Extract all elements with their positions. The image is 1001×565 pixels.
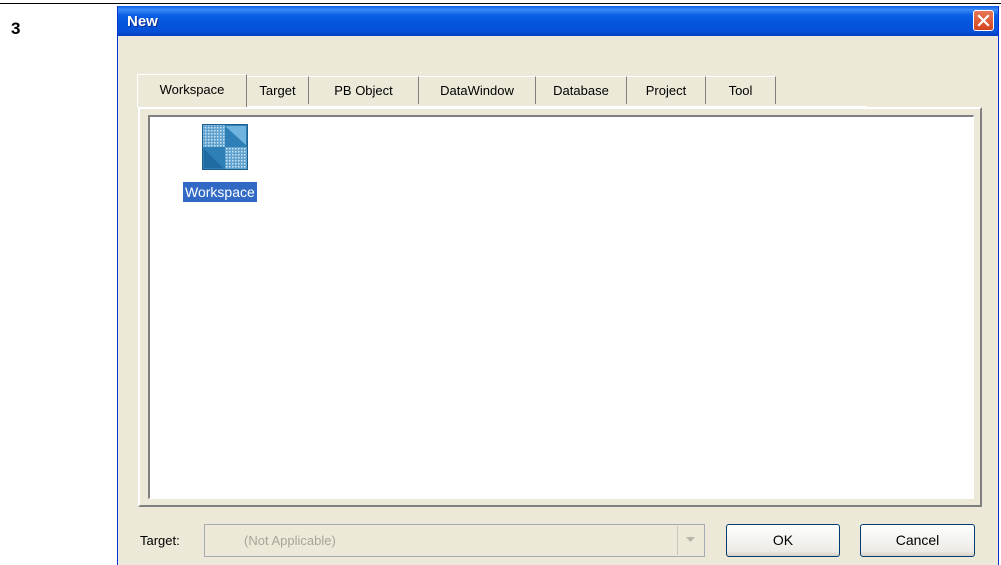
- tab-database[interactable]: Database: [536, 76, 627, 104]
- item-list[interactable]: Workspace: [148, 115, 974, 499]
- close-button[interactable]: [973, 10, 994, 31]
- dropdown-button[interactable]: [677, 526, 703, 555]
- close-icon: [977, 14, 990, 27]
- dialog-title: New: [127, 13, 158, 30]
- tab-workspace[interactable]: Workspace: [137, 74, 247, 107]
- cancel-button[interactable]: Cancel: [860, 524, 975, 557]
- tab-label: DataWindow: [440, 83, 514, 98]
- target-dropdown[interactable]: (Not Applicable): [204, 524, 705, 557]
- tab-tool[interactable]: Tool: [706, 76, 776, 104]
- tab-label: PB Object: [334, 83, 393, 98]
- top-rule: [0, 3, 1001, 4]
- ok-button[interactable]: OK: [726, 524, 840, 557]
- title-bar[interactable]: New: [118, 6, 998, 36]
- tab-pb-object[interactable]: PB Object: [309, 76, 419, 104]
- tab-label: Database: [553, 83, 609, 98]
- list-item-workspace[interactable]: Workspace: [178, 124, 278, 204]
- workspace-icon: [202, 124, 248, 170]
- tab-panel: Workspace: [138, 107, 982, 507]
- tab-label: Workspace: [159, 82, 225, 97]
- tab-target[interactable]: Target: [247, 76, 309, 104]
- target-value: (Not Applicable): [244, 533, 336, 548]
- tab-project[interactable]: Project: [627, 76, 706, 104]
- new-dialog: New Workspace Target PB Object DataWindo…: [117, 6, 999, 565]
- tab-label: Project: [645, 83, 687, 98]
- step-number: 3: [11, 19, 21, 38]
- chevron-down-icon: [686, 537, 695, 542]
- target-label: Target:: [140, 533, 180, 548]
- tab-label: Tool: [728, 83, 753, 98]
- tab-datawindow[interactable]: DataWindow: [419, 76, 536, 104]
- item-label: Workspace: [183, 182, 257, 202]
- tab-label: Target: [259, 83, 296, 98]
